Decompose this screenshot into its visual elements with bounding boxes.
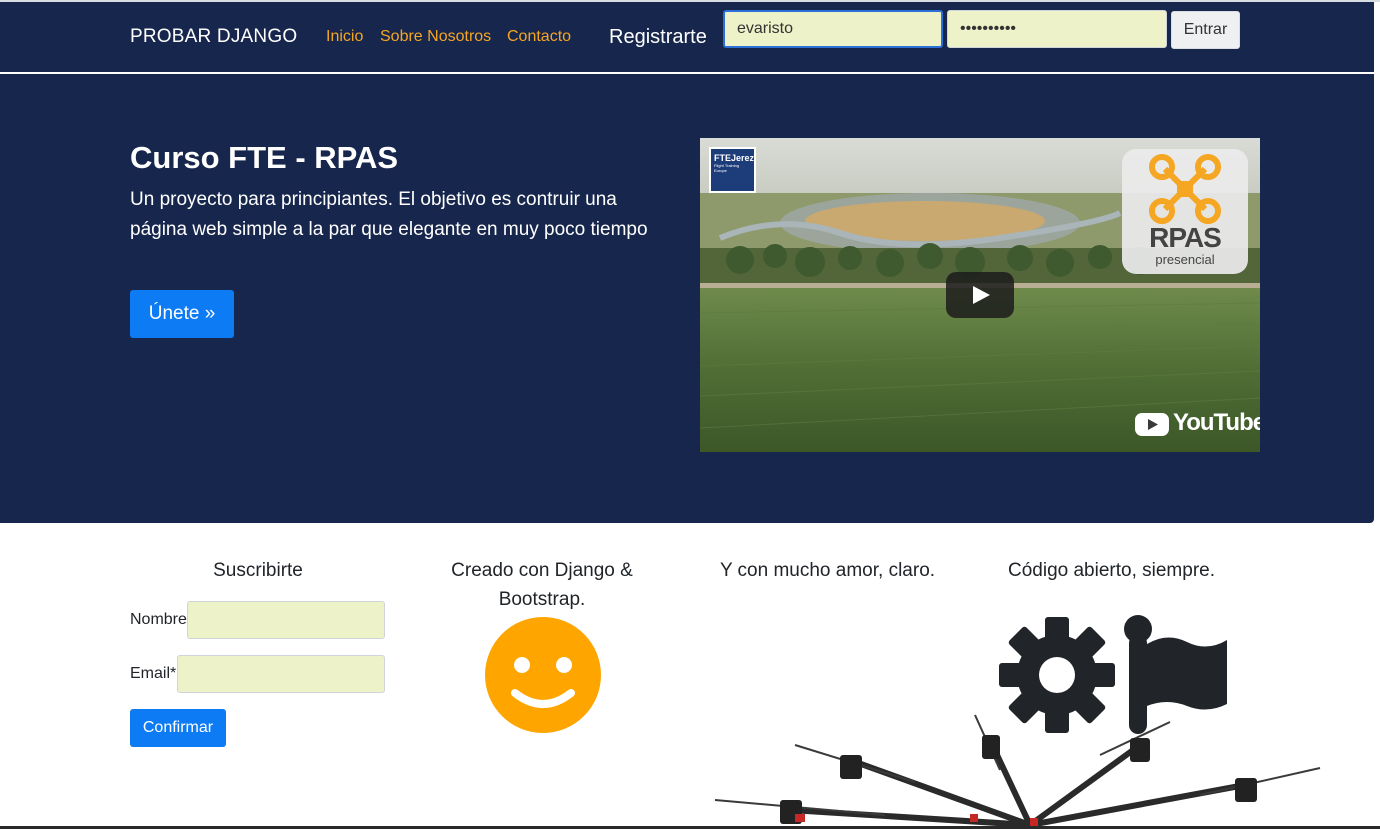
nav-link-contacto[interactable]: Contacto — [507, 28, 571, 46]
play-icon — [973, 286, 990, 304]
navbar: PROBAR DJANGO Inicio Sobre Nosotros Cont… — [0, 2, 1374, 72]
confirm-button[interactable]: Confirmar — [130, 709, 226, 747]
drone-icon — [1149, 154, 1221, 224]
rpas-badge-title: RPAS — [1149, 222, 1222, 253]
channel-logo-text: FTEJerez — [714, 153, 755, 163]
hero-description: Un proyecto para principiantes. El objet… — [130, 189, 648, 240]
hero-jumbotron: Curso FTE - RPAS Un proyecto para princi… — [0, 74, 1374, 523]
play-button[interactable] — [946, 272, 1014, 318]
subscribe-title: Suscribirte — [213, 560, 303, 581]
youtube-video-embed[interactable]: FTEJerez Flight Training Europe RPAS pre… — [700, 138, 1260, 452]
login-button[interactable]: Entrar — [1171, 11, 1240, 49]
email-input[interactable] — [177, 655, 385, 693]
nav-link-sobre-nosotros[interactable]: Sobre Nosotros — [380, 28, 491, 46]
nav-link-inicio[interactable]: Inicio — [326, 28, 363, 46]
hero-title: Curso FTE - RPAS — [130, 140, 399, 175]
youtube-label: YouTube — [1173, 409, 1260, 436]
smiley-icon — [485, 617, 601, 733]
name-label: Nombre — [130, 611, 187, 628]
join-button[interactable]: Únete » — [130, 290, 234, 338]
email-label: Email* — [130, 665, 177, 682]
name-input[interactable] — [187, 601, 385, 639]
password-input[interactable] — [947, 10, 1167, 48]
channel-logo: FTEJerez Flight Training Europe — [709, 147, 756, 193]
built-with-title: Creado con Django & Bootstrap. — [451, 560, 633, 610]
drone-image — [714, 714, 1321, 828]
rpas-badge: RPAS presencial — [1122, 149, 1248, 274]
channel-logo-subtext: Flight Training Europe — [714, 163, 740, 173]
register-link[interactable]: Registrarte — [609, 26, 707, 49]
rpas-badge-subtitle: presencial — [1155, 252, 1215, 267]
brand-link[interactable]: PROBAR DJANGO — [130, 26, 297, 48]
youtube-icon — [1135, 413, 1169, 436]
love-title: Y con mucho amor, claro. — [719, 560, 936, 581]
open-source-title: Código abierto, siempre. — [1008, 560, 1215, 581]
username-input[interactable] — [723, 10, 943, 48]
